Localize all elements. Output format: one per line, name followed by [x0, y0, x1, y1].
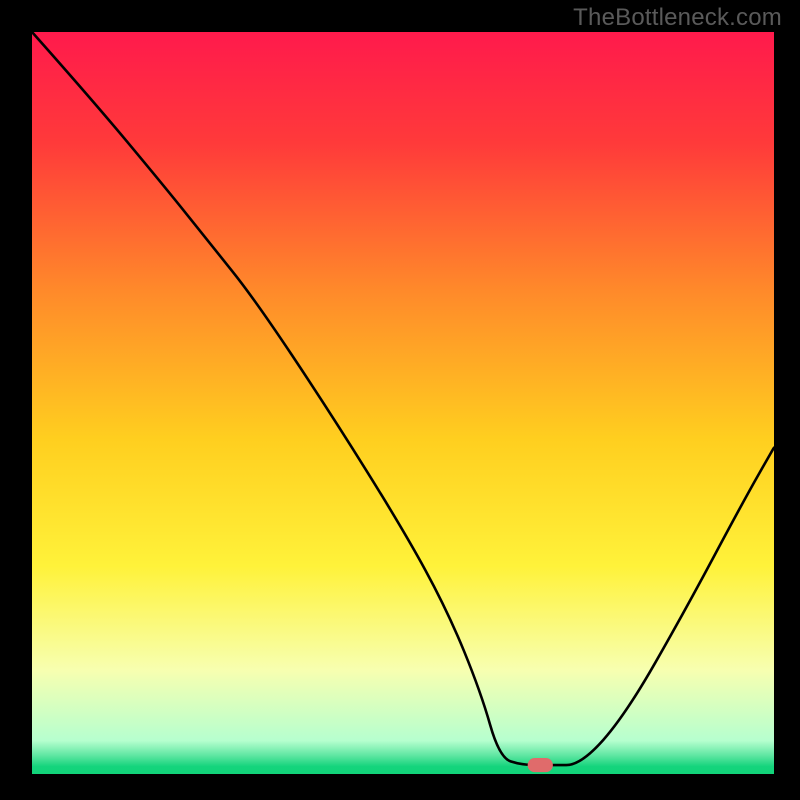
- plot-area: [32, 32, 774, 774]
- gradient-background: [32, 32, 774, 774]
- watermark-text: TheBottleneck.com: [573, 4, 782, 32]
- chart-container: TheBottleneck.com: [0, 0, 800, 800]
- chart-svg: [32, 32, 774, 774]
- optimal-marker: [528, 758, 553, 772]
